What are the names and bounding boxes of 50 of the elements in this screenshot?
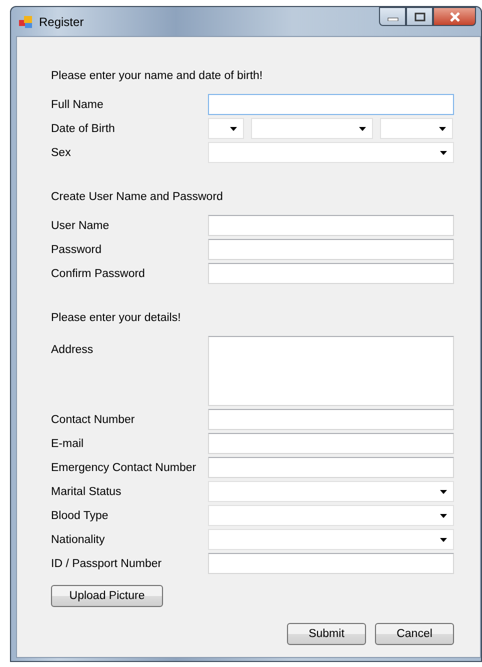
text-area[interactable] <box>208 336 454 406</box>
close-button[interactable] <box>433 7 476 26</box>
dropdown[interactable] <box>208 529 454 550</box>
dropdown[interactable] <box>208 118 244 139</box>
text-field[interactable] <box>208 263 454 284</box>
dropdown-arrow-icon <box>440 490 447 494</box>
section-heading: Create User Name and Password <box>51 190 224 205</box>
maximize-button[interactable] <box>406 7 433 26</box>
field-label: E-mail <box>51 438 85 450</box>
field-label: Full Name <box>51 98 104 110</box>
section-heading: Please enter your details! <box>51 311 182 326</box>
dropdown[interactable] <box>208 505 454 526</box>
dropdown[interactable] <box>251 118 373 139</box>
dropdown-arrow-icon <box>440 150 447 154</box>
field-label: Confirm Password <box>51 268 146 280</box>
field-label: User Name <box>51 220 110 232</box>
dropdown[interactable] <box>208 481 454 502</box>
dropdown-arrow-icon <box>439 126 446 130</box>
field-label: Emergency Contact Number <box>51 462 198 474</box>
dropdown[interactable] <box>380 118 453 139</box>
dropdown-arrow-icon <box>440 514 447 518</box>
text-field[interactable] <box>208 433 454 454</box>
field-label: Blood Type <box>51 510 110 522</box>
upload-picture-button[interactable]: Upload Picture <box>51 585 163 607</box>
dialog-button[interactable]: Cancel <box>375 623 454 645</box>
text-field[interactable] <box>208 553 454 574</box>
close-icon <box>448 12 460 22</box>
maximize-icon <box>414 12 426 22</box>
dropdown[interactable] <box>208 142 454 163</box>
field-label: Address <box>51 343 94 356</box>
dropdown-arrow-icon <box>440 538 447 542</box>
window-title: Register <box>39 14 84 28</box>
field-label: Nationality <box>51 534 106 546</box>
field-label: Marital Status <box>51 486 122 498</box>
dropdown-arrow-icon <box>230 126 237 130</box>
text-field[interactable] <box>208 239 454 260</box>
text-field[interactable] <box>208 94 454 115</box>
dialog-button[interactable]: Submit <box>287 623 366 645</box>
minimize-button[interactable] <box>379 7 406 26</box>
app-icon <box>19 14 33 28</box>
field-label: Password <box>51 244 102 256</box>
field-label: Contact Number <box>51 414 136 426</box>
field-label: ID / Passport Number <box>51 558 163 570</box>
text-field[interactable] <box>208 215 454 236</box>
field-label: Sex <box>51 146 72 158</box>
dropdown-arrow-icon <box>359 126 366 130</box>
text-field[interactable] <box>208 409 454 430</box>
text-field[interactable] <box>208 457 454 478</box>
section-heading: Please enter your name and date of birth! <box>51 69 264 84</box>
field-label: Date of Birth <box>51 122 116 134</box>
